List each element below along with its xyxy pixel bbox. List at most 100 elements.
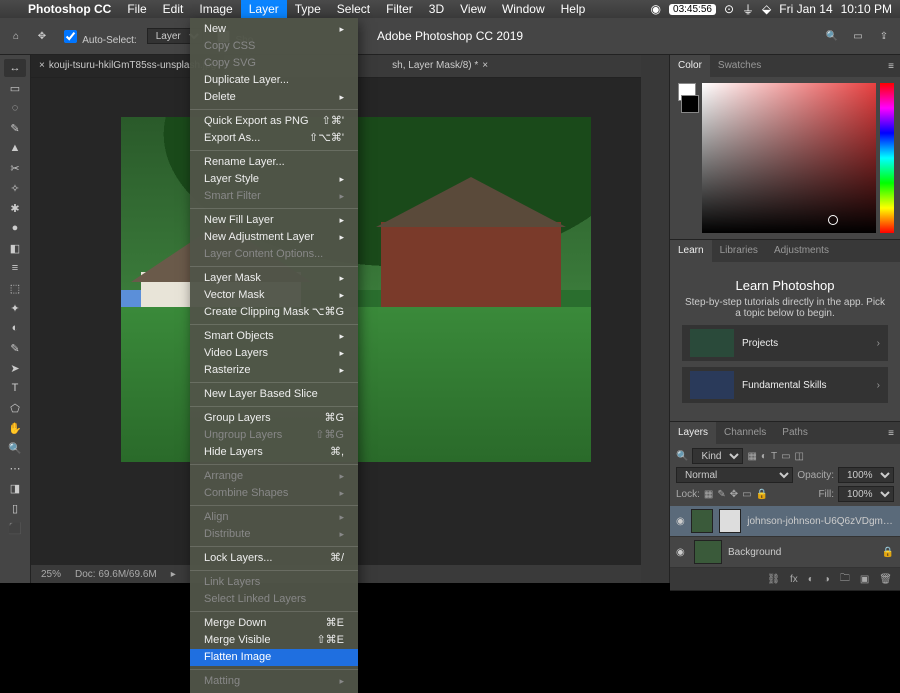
wifi-icon[interactable]: ⏚ xyxy=(742,1,754,18)
menubar-time[interactable]: 10:10 PM xyxy=(841,2,892,16)
tab-adjustments[interactable]: Adjustments xyxy=(766,240,837,262)
visibility-icon[interactable]: ◉ xyxy=(676,516,685,527)
menu-edit[interactable]: Edit xyxy=(155,0,192,18)
menu-3d[interactable]: 3D xyxy=(421,0,452,18)
menubar-date[interactable]: Fri Jan 14 xyxy=(779,2,832,16)
menu-item-rename-layer-[interactable]: Rename Layer... xyxy=(190,154,358,171)
menu-item-new-layer-based-slice[interactable]: New Layer Based Slice xyxy=(190,386,358,403)
menu-item-new-adjustment-layer[interactable]: New Adjustment Layer xyxy=(190,229,358,246)
tool-14[interactable]: ✎ xyxy=(4,339,26,357)
record-icon[interactable]: ◉ xyxy=(651,2,661,16)
menu-item-layer-mask[interactable]: Layer Mask xyxy=(190,270,358,287)
layer-style-icon[interactable]: fx xyxy=(790,574,798,585)
filter-smart-icon[interactable]: ◫ xyxy=(795,451,804,462)
tool-11[interactable]: ⬚ xyxy=(4,279,26,297)
menu-file[interactable]: File xyxy=(119,0,154,18)
panel-menu-icon[interactable]: ≡ xyxy=(882,61,900,72)
dropbox-icon[interactable]: ⬙ xyxy=(762,2,771,16)
opacity-input[interactable]: 100% xyxy=(838,467,894,483)
color-field[interactable] xyxy=(702,83,876,233)
tool-1[interactable]: ▭ xyxy=(4,79,26,97)
app-name[interactable]: Photoshop CC xyxy=(20,0,119,18)
tool-4[interactable]: ▲ xyxy=(4,139,26,157)
link-layers-icon[interactable]: ⛓ xyxy=(767,574,780,585)
layer-name[interactable]: Background xyxy=(728,547,781,558)
menu-item-flatten-image[interactable]: Flatten Image xyxy=(190,649,358,666)
tool-8[interactable]: ● xyxy=(4,219,26,237)
status-icon[interactable]: ⊙ xyxy=(724,2,734,16)
tool-6[interactable]: ✧ xyxy=(4,179,26,197)
tab-layers[interactable]: Layers xyxy=(670,422,716,444)
workspace-icon[interactable]: ▭ xyxy=(850,28,866,44)
menu-type[interactable]: Type xyxy=(287,0,329,18)
close-icon[interactable]: × xyxy=(39,55,45,77)
menu-item-lock-layers-[interactable]: Lock Layers...⌘/ xyxy=(190,550,358,567)
hue-slider[interactable] xyxy=(880,83,894,233)
layer-mask-thumb[interactable] xyxy=(719,509,741,533)
layer-thumb[interactable] xyxy=(694,540,722,564)
tool-18[interactable]: ✋ xyxy=(4,419,26,437)
tool-0[interactable]: ↔ xyxy=(4,59,26,77)
menu-view[interactable]: View xyxy=(452,0,494,18)
auto-select-check[interactable]: Auto-Select: xyxy=(60,27,137,46)
tool-19[interactable]: 🔍 xyxy=(4,439,26,457)
tab-libraries[interactable]: Libraries xyxy=(712,240,766,262)
tab-channels[interactable]: Channels xyxy=(716,422,774,444)
tool-23[interactable]: ⬛ xyxy=(4,519,26,537)
lock-position-icon[interactable]: ✥ xyxy=(730,489,738,500)
doc-size[interactable]: Doc: 69.6M/69.6M xyxy=(75,569,157,580)
tool-12[interactable]: ✦ xyxy=(4,299,26,317)
menu-item-new-fill-layer[interactable]: New Fill Layer xyxy=(190,212,358,229)
filter-pixel-icon[interactable]: ▦ xyxy=(747,451,756,462)
tab-color[interactable]: Color xyxy=(670,55,710,77)
filter-type-icon[interactable]: T xyxy=(771,451,777,462)
layer-thumb[interactable] xyxy=(691,509,713,533)
menu-item-merge-down[interactable]: Merge Down⌘E xyxy=(190,615,358,632)
tool-21[interactable]: ◨ xyxy=(4,479,26,497)
tool-15[interactable]: ➤ xyxy=(4,359,26,377)
background-swatch[interactable] xyxy=(681,95,699,113)
doc-tab-2[interactable]: sh, Layer Mask/8) *× xyxy=(384,55,496,77)
tool-13[interactable]: ◐ xyxy=(4,319,26,337)
tool-2[interactable]: ◌ xyxy=(4,99,26,117)
menu-item-hide-layers[interactable]: Hide Layers⌘, xyxy=(190,444,358,461)
menu-item-group-layers[interactable]: Group Layers⌘G xyxy=(190,410,358,427)
delete-layer-icon[interactable]: 🗑 xyxy=(879,574,892,585)
menu-item-smart-objects[interactable]: Smart Objects xyxy=(190,328,358,345)
menu-item-merge-visible[interactable]: Merge Visible⇧⌘E xyxy=(190,632,358,649)
learn-card-fundamentals[interactable]: Fundamental Skills› xyxy=(682,367,888,403)
new-layer-icon[interactable]: ▣ xyxy=(860,574,869,585)
tool-9[interactable]: ◧ xyxy=(4,239,26,257)
menu-help[interactable]: Help xyxy=(553,0,594,18)
filter-adjust-icon[interactable]: ◐ xyxy=(761,451,767,462)
lock-artboard-icon[interactable]: ▭ xyxy=(742,489,751,500)
layer-name[interactable]: johnson-johnson-U6Q6zVDgmSs-unsplash xyxy=(747,516,894,527)
search-icon[interactable]: 🔍 xyxy=(824,28,840,44)
layer-row[interactable]: ◉ Background 🔒 xyxy=(670,537,900,568)
panel-menu-icon[interactable]: ≡ xyxy=(882,428,900,439)
menu-image[interactable]: Image xyxy=(191,0,240,18)
filter-kind-select[interactable]: Kind xyxy=(692,448,743,464)
tool-17[interactable]: ⬠ xyxy=(4,399,26,417)
tool-20[interactable]: ⋯ xyxy=(4,459,26,477)
group-icon[interactable]: 🗀 xyxy=(840,571,850,588)
blend-mode-select[interactable]: Normal xyxy=(676,467,793,483)
close-icon[interactable]: × xyxy=(482,55,488,77)
tool-16[interactable]: T xyxy=(4,379,26,397)
menu-item-vector-mask[interactable]: Vector Mask xyxy=(190,287,358,304)
tab-swatches[interactable]: Swatches xyxy=(710,55,769,77)
menu-item-create-clipping-mask[interactable]: Create Clipping Mask⌥⌘G xyxy=(190,304,358,321)
menu-select[interactable]: Select xyxy=(329,0,378,18)
layer-row[interactable]: ◉ johnson-johnson-U6Q6zVDgmSs-unsplash xyxy=(670,506,900,537)
tab-paths[interactable]: Paths xyxy=(774,422,816,444)
menu-window[interactable]: Window xyxy=(494,0,553,18)
menu-item-video-layers[interactable]: Video Layers xyxy=(190,345,358,362)
tool-5[interactable]: ✂ xyxy=(4,159,26,177)
lock-brush-icon[interactable]: ✎ xyxy=(717,489,725,500)
menu-filter[interactable]: Filter xyxy=(378,0,421,18)
learn-card-projects[interactable]: Projects› xyxy=(682,325,888,361)
tool-3[interactable]: ✎ xyxy=(4,119,26,137)
menu-item-new[interactable]: New xyxy=(190,21,358,38)
menu-layer[interactable]: Layer xyxy=(241,0,287,18)
home-icon[interactable]: ⌂ xyxy=(8,28,24,44)
